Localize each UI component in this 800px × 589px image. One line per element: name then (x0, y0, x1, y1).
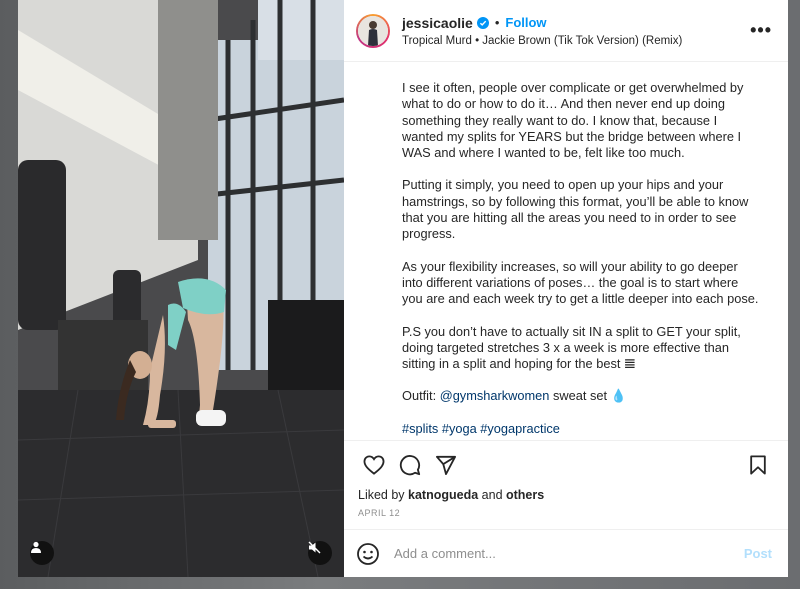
caption-paragraph: I see it often, people over complicate o… (402, 80, 744, 161)
liked-by-and: and (478, 488, 506, 502)
muted-speaker-icon (308, 541, 321, 554)
caption-paragraph: Putting it simply, you need to open up y… (402, 177, 749, 242)
caption-paragraph: As your flexibility increases, so will y… (402, 258, 759, 307)
header-row: jessicaolie • Follow (402, 15, 750, 31)
avatar[interactable] (356, 13, 390, 48)
user-tag-button[interactable] (30, 541, 54, 565)
comment-icon (399, 454, 421, 475)
caption-paragraph: P.S you don’t have to actually sit IN a … (402, 323, 741, 372)
mention-link[interactable]: @gymsharkwomen (440, 388, 550, 403)
post-header-text: jessicaolie • Follow Tropical Murd • Jac… (402, 15, 750, 47)
liked-by-prefix: Liked by (358, 488, 409, 502)
username-link[interactable]: jessicaolie (402, 15, 473, 31)
avatar-image (358, 15, 388, 46)
likes-summary: Liked by katnogueda and others (344, 488, 788, 502)
post-header: jessicaolie • Follow Tropical Murd • Jac… (344, 0, 788, 62)
video-frame (18, 0, 344, 577)
liked-by-user-link[interactable]: katnogueda (408, 488, 478, 502)
post-detail-panel: jessicaolie • Follow Tropical Murd • Jac… (344, 0, 788, 577)
send-icon (435, 455, 456, 475)
post-comment-button[interactable]: Post (744, 546, 772, 561)
comment-composer: Post (344, 529, 788, 577)
user-icon (31, 541, 41, 553)
share-button[interactable] (428, 447, 464, 483)
hashtags[interactable]: #splits #yoga #yogapractice (402, 421, 760, 437)
save-button[interactable] (740, 447, 776, 483)
like-button[interactable] (356, 447, 392, 483)
comment-button[interactable] (392, 447, 428, 483)
emoji-icon[interactable] (356, 542, 380, 566)
mute-button[interactable] (308, 541, 332, 565)
follow-button[interactable]: Follow (505, 15, 546, 30)
outfit-prefix: Outfit: (402, 388, 440, 404)
caption-outfit: Outfit: @gymsharkwomen sweat set 💧 (402, 388, 760, 404)
audio-track-link[interactable]: Tropical Murd • Jackie Brown (Tik Tok Ve… (402, 35, 750, 47)
post-video[interactable] (18, 0, 344, 577)
more-options-button[interactable]: ••• (750, 20, 772, 41)
action-bar (344, 440, 788, 488)
profile-photo-icon (358, 15, 388, 46)
post-date[interactable]: APRIL 12 (344, 502, 788, 518)
comment-input[interactable] (394, 546, 744, 561)
heart-icon (363, 454, 385, 475)
outfit-suffix: sweat set 💧 (549, 388, 627, 404)
verified-badge-icon (476, 16, 489, 29)
separator-dot: • (494, 15, 500, 30)
caption: I see it often, people over complicate o… (344, 62, 788, 440)
bookmark-icon (750, 454, 766, 475)
liked-by-others-link[interactable]: others (506, 488, 544, 502)
